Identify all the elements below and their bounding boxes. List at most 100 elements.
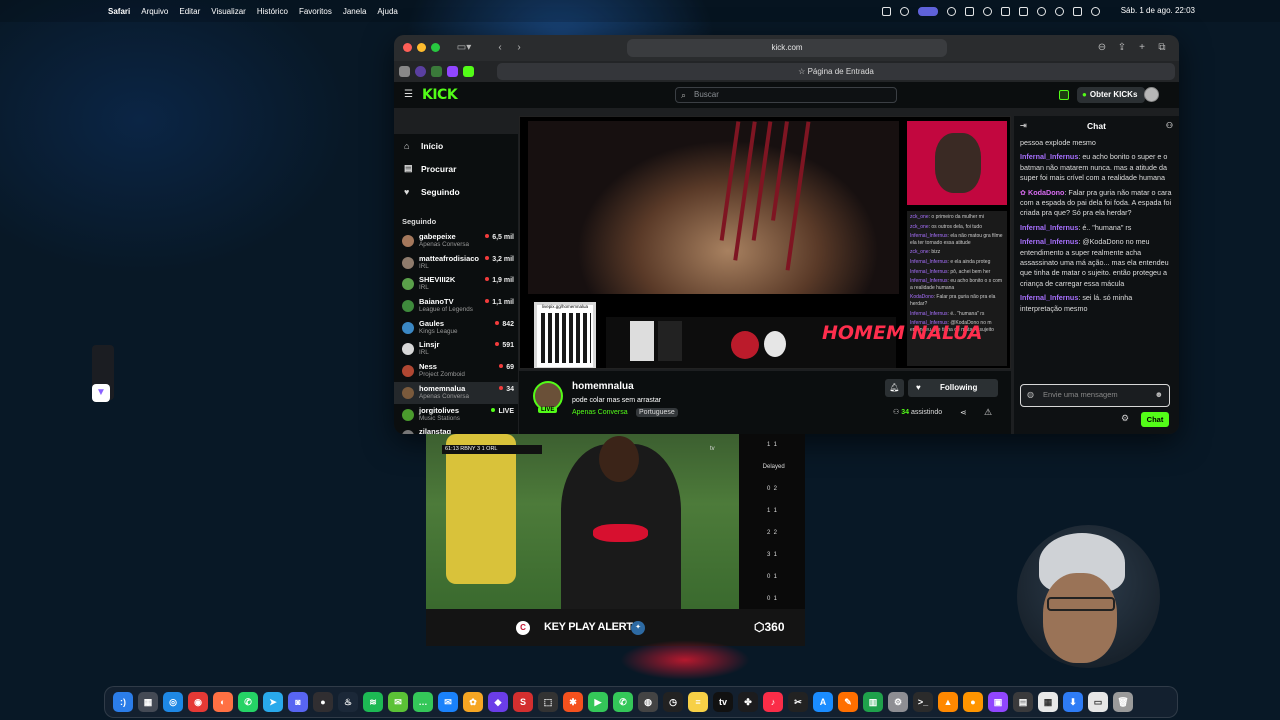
dock-discord-icon[interactable]: ◙ <box>288 692 308 712</box>
chat-input[interactable]: ◍ Envie uma mensagem ☻ <box>1020 384 1170 407</box>
search-spotlight-icon[interactable] <box>1055 6 1064 16</box>
favorite-3-icon[interactable] <box>431 66 442 77</box>
dock-twitch-icon[interactable]: ▣ <box>988 692 1008 712</box>
dock-safari-icon[interactable]: ◎ <box>163 692 183 712</box>
menu-help[interactable]: Ajuda <box>377 7 397 16</box>
dock-mail-icon[interactable]: ✉ <box>438 692 458 712</box>
dock-photos-icon[interactable]: ✿ <box>463 692 483 712</box>
dock-chrome-icon[interactable]: ◉ <box>188 692 208 712</box>
dock-trash-icon[interactable]: 🗑 <box>1113 692 1133 712</box>
dock-music-icon[interactable]: ♪ <box>763 692 783 712</box>
dock-screenshot-icon[interactable]: ⬚ <box>538 692 558 712</box>
dock-orange-icon[interactable]: ● <box>963 692 983 712</box>
dock-vpn-icon[interactable]: ◆ <box>488 692 508 712</box>
battery-icon[interactable] <box>1019 6 1028 16</box>
dock-finder-icon[interactable]: :) <box>113 692 133 712</box>
dock-telegram-icon[interactable]: ➤ <box>263 692 283 712</box>
dock-notes-icon[interactable]: ≡ <box>688 692 708 712</box>
chat-username[interactable]: Infernal_Infernus <box>1020 293 1078 302</box>
stream-category[interactable]: Apenas Conversa <box>572 409 628 416</box>
report-icon[interactable]: ⚠ <box>984 407 992 418</box>
dock-obs-icon[interactable]: ● <box>313 692 333 712</box>
play-icon[interactable] <box>947 6 956 16</box>
favorite-1-icon[interactable] <box>399 66 410 77</box>
sliders-icon[interactable] <box>1001 6 1010 16</box>
sidebar-channel-gaules[interactable]: Gaules Kings League 842 <box>394 317 518 339</box>
chat-settings-icon[interactable]: ⚙ <box>1121 413 1129 424</box>
dock-app-store-icon[interactable]: A <box>813 692 833 712</box>
dock-trash-doc-icon[interactable]: ▤ <box>1013 692 1033 712</box>
sidebar-channel-gabepeixe[interactable]: gabepeixe Apenas Conversa 6,5 mil <box>394 230 518 252</box>
chat-username[interactable]: Infernal_Infernus <box>1020 237 1078 246</box>
chat-username[interactable]: KodaDono <box>1028 188 1064 197</box>
dock-reminders-icon[interactable]: ◍ <box>638 692 658 712</box>
record-icon[interactable] <box>900 6 909 16</box>
forward-icon[interactable]: › <box>511 40 527 56</box>
wifi-icon[interactable] <box>1037 6 1046 16</box>
screen-mirroring-icon[interactable] <box>918 6 938 16</box>
sidebar-channel-ness[interactable]: Ness Project Zomboid 69 <box>394 360 518 382</box>
language-tag[interactable]: Portuguese <box>636 408 678 417</box>
dock-terminal-icon[interactable]: >_ <box>913 692 933 712</box>
dock-messages-alt-icon[interactable]: ✉ <box>388 692 408 712</box>
tab-overview-icon[interactable]: ⧉ <box>1154 40 1170 56</box>
menu-icon[interactable]: ☰ <box>404 89 413 100</box>
sidebar-channel-zilanstag[interactable]: zilanstag <box>394 425 518 434</box>
clipboard-icon[interactable] <box>882 6 891 16</box>
dock-downloads-icon[interactable]: ⬇ <box>1063 692 1083 712</box>
video-player[interactable]: zck_one: o primeiro da mulher mi zck_one:… <box>519 116 1011 369</box>
menubar-clock[interactable]: Sáb. 1 de ago. 22:03 <box>1121 0 1195 22</box>
notes-icon[interactable] <box>1073 6 1082 16</box>
dock-tv-icon[interactable]: tv <box>713 692 733 712</box>
new-tab-icon[interactable]: + <box>1134 40 1150 56</box>
menu-edit[interactable]: Editar <box>179 7 200 16</box>
dock-firefox-icon[interactable]: ◐ <box>213 692 233 712</box>
following-button[interactable]: ♥ Following <box>908 379 998 397</box>
emote-icon[interactable]: ◍ <box>1027 385 1034 405</box>
menu-history[interactable]: Histórico <box>257 7 288 16</box>
send-chat-button[interactable]: Chat <box>1141 412 1169 427</box>
menu-bookmarks[interactable]: Favoritos <box>299 7 332 16</box>
dock-app-red-icon[interactable]: S <box>513 692 533 712</box>
dock-facetime-icon[interactable]: ▶ <box>588 692 608 712</box>
sidebar-channel-jorgitolives[interactable]: jorgitolives Music Stations LIVE <box>394 404 518 426</box>
get-kicks-button[interactable]: ● Obter KICKs <box>1077 87 1146 103</box>
collapse-chat-icon[interactable]: ⇥ <box>1020 116 1027 136</box>
control-center-icon[interactable] <box>1091 6 1100 16</box>
sidebar-channel-baianotv[interactable]: BaianoTV League of Legends 1,1 mil <box>394 295 518 317</box>
dock-whatsapp-icon[interactable]: ✆ <box>238 692 258 712</box>
streamer-name[interactable]: homemnalua <box>572 381 634 392</box>
chat-username[interactable]: Infernal_Infernus <box>1020 152 1078 161</box>
notification-bell-button[interactable]: 🔔︎ <box>885 379 904 397</box>
location-icon[interactable] <box>983 6 992 16</box>
address-bar[interactable]: kick.com <box>627 39 947 57</box>
kicks-icon[interactable] <box>1059 90 1069 100</box>
dock-folder-icon[interactable]: ▭ <box>1088 692 1108 712</box>
dock-steam-icon[interactable]: ♨ <box>338 692 358 712</box>
pip-video-window[interactable]: 61:13 RBNY 3 1 ORL tv 1 1 Delayed 0 2 1 1 2… <box>426 434 805 646</box>
users-icon[interactable]: ⚇ <box>1166 116 1173 136</box>
dock-clock-icon[interactable]: ◷ <box>663 692 683 712</box>
sidebar-toggle-icon[interactable]: ▭▾ <box>452 40 476 56</box>
close-window-button[interactable] <box>403 43 412 52</box>
tab-start-page[interactable]: ☆ Página de Entrada <box>497 63 1175 80</box>
dock-phone-icon[interactable]: ✆ <box>613 692 633 712</box>
search-input[interactable]: ⌕ Buscar <box>675 87 897 103</box>
dock-settings-icon[interactable]: ⚙ <box>888 692 908 712</box>
minimize-window-button[interactable] <box>417 43 426 52</box>
menu-view[interactable]: Visualizar <box>211 7 246 16</box>
sidebar-channel-sheviii2k[interactable]: SHEVIII2K IRL 1,9 mil <box>394 273 518 295</box>
menu-file[interactable]: Arquivo <box>141 7 168 16</box>
dock-messages-icon[interactable]: … <box>413 692 433 712</box>
menu-window[interactable]: Janela <box>343 7 367 16</box>
vpn-widget-icon[interactable]: ▼ <box>92 384 110 402</box>
smiley-icon[interactable]: ☻ <box>1155 385 1163 405</box>
favorite-2-icon[interactable] <box>415 66 426 77</box>
dock-apps-icon[interactable]: ✤ <box>738 692 758 712</box>
sidebar-channel-linsjr[interactable]: Linsjr IRL 591 <box>394 338 518 360</box>
user-avatar[interactable] <box>1144 87 1159 102</box>
dock-pencil-icon[interactable]: ✎ <box>838 692 858 712</box>
back-icon[interactable]: ‹ <box>492 40 508 56</box>
dock-vlc-icon[interactable]: ▲ <box>938 692 958 712</box>
user-webcam-bubble[interactable] <box>1017 525 1160 668</box>
